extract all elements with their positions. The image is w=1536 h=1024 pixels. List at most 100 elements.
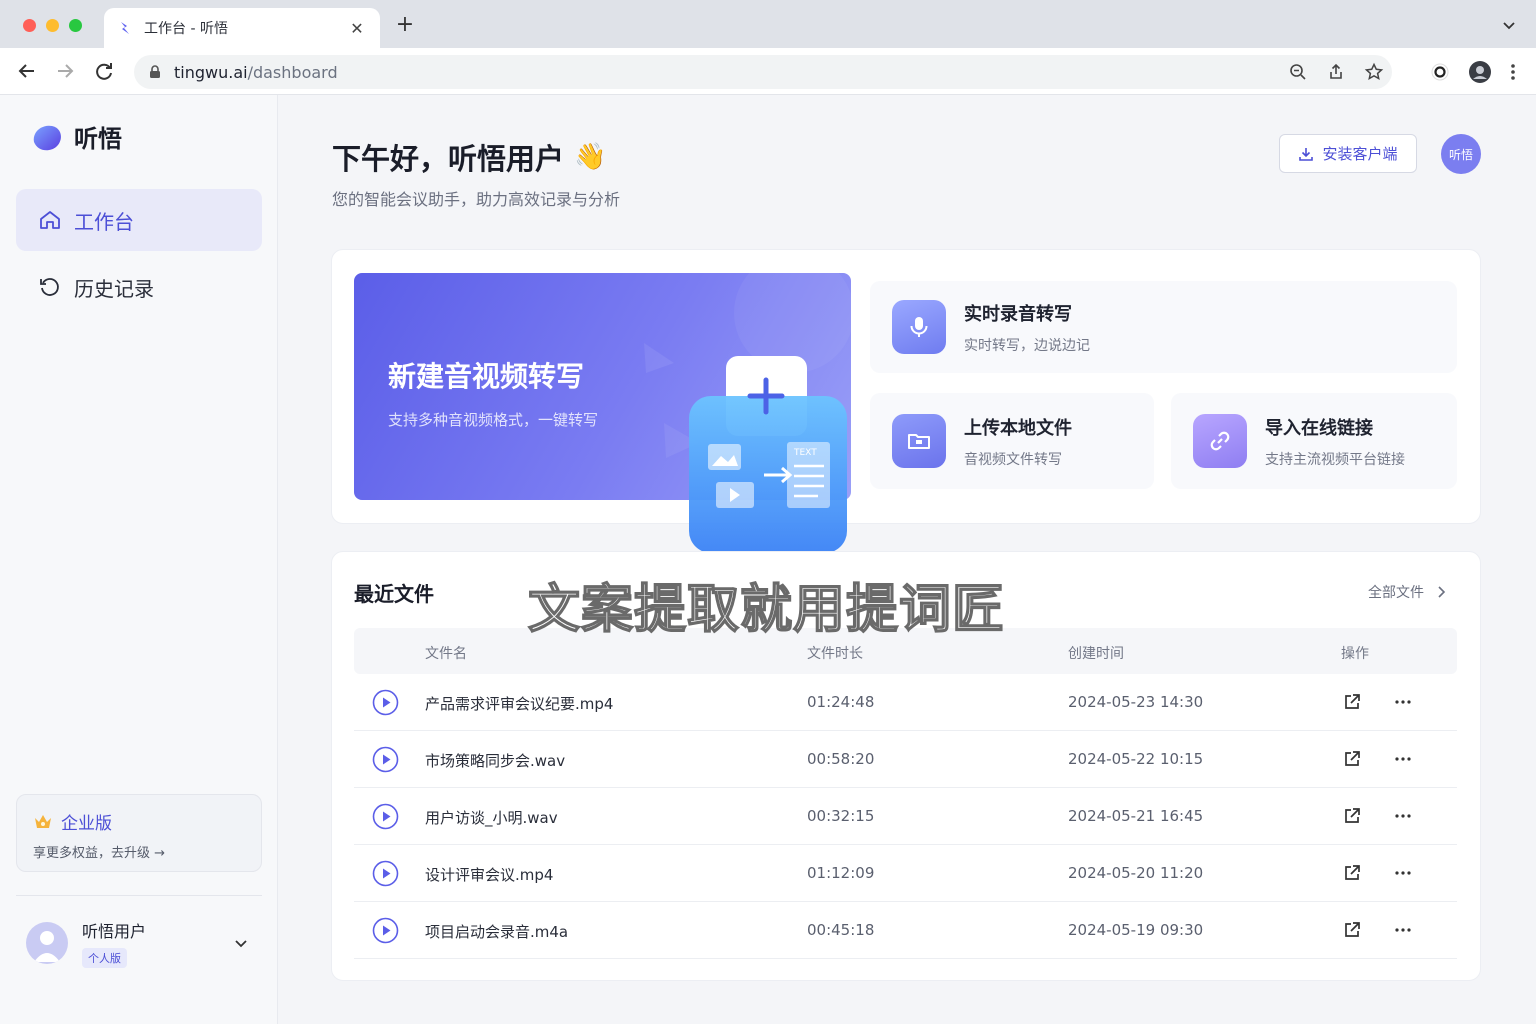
enterprise-upgrade-card[interactable]: 企业版 享更多权益，去升级 → — [16, 794, 262, 872]
file-duration: 00:58:20 — [807, 750, 875, 768]
chevron-down-icon[interactable] — [232, 935, 250, 953]
card-desc: 支持主流视频平台链接 — [1265, 451, 1405, 468]
table-row[interactable]: 项目启动会录音.m4a 00:45:18 2024-05-19 09:30 — [354, 902, 1457, 959]
table-row[interactable]: 用户访谈_小明.wav 00:32:15 2024-05-21 16:45 — [354, 788, 1457, 845]
browser-toolbar: tingwu.ai /dashboard — [0, 48, 1536, 95]
play-icon[interactable] — [372, 803, 399, 830]
hero-title: 新建音视频转写 — [388, 360, 585, 393]
reload-icon[interactable] — [93, 60, 115, 82]
realtime-recording-card[interactable]: 实时录音转写 实时转写，边说边记 — [870, 281, 1457, 373]
url-host: tingwu.ai — [174, 62, 248, 82]
card-title: 导入在线链接 — [1265, 417, 1373, 439]
sidebar: 听悟 工作台 历史记录 企业版 享更多权益，去升级 → 听悟用户 个人版 — [0, 95, 278, 1024]
folder-icon — [908, 434, 930, 449]
file-name[interactable]: 用户访谈_小明.wav — [425, 807, 558, 828]
tingwu-favicon-icon — [121, 22, 129, 34]
more-options-icon[interactable] — [1393, 749, 1413, 769]
play-icon[interactable] — [372, 689, 399, 716]
file-created-time: 2024-05-20 11:20 — [1068, 864, 1204, 882]
maximize-window-button[interactable] — [69, 19, 82, 32]
extension-record-icon[interactable] — [1430, 62, 1450, 82]
all-files-link[interactable]: 全部文件 — [1368, 582, 1448, 602]
user-profile[interactable]: 听悟用户 个人版 — [26, 918, 146, 968]
history-icon — [40, 278, 59, 296]
table-row[interactable]: 产品需求评审会议纪要.mp4 01:24:48 2024-05-23 14:30 — [354, 674, 1457, 731]
open-external-icon[interactable] — [1342, 749, 1362, 769]
forward-arrow-icon[interactable] — [54, 60, 76, 82]
page-subtitle: 您的智能会议助手，助力高效记录与分析 — [332, 190, 621, 209]
header-avatar[interactable]: 听悟 — [1441, 134, 1481, 174]
file-name[interactable]: 设计评审会议.mp4 — [425, 864, 553, 885]
open-external-icon[interactable] — [1342, 692, 1362, 712]
more-options-icon[interactable] — [1393, 863, 1413, 883]
crown-icon — [35, 814, 51, 828]
zoom-icon[interactable] — [1288, 62, 1308, 82]
file-duration: 00:32:15 — [807, 807, 875, 825]
open-external-icon[interactable] — [1342, 806, 1362, 826]
bookmark-star-icon[interactable] — [1364, 62, 1384, 82]
play-icon[interactable] — [372, 746, 399, 773]
chevron-right-icon — [1438, 586, 1446, 598]
card-icon-box — [892, 300, 946, 354]
file-name[interactable]: 项目启动会录音.m4a — [425, 921, 568, 942]
hero-desc: 支持多种音视频格式，一键转写 — [388, 411, 599, 429]
link-icon — [1210, 431, 1230, 451]
upgrade-title: 企业版 — [61, 814, 112, 834]
wave-emoji-icon: 👋 — [574, 142, 607, 172]
open-external-icon[interactable] — [1342, 863, 1362, 883]
install-client-button[interactable]: 安装客户端 — [1279, 134, 1417, 173]
upgrade-desc: 享更多权益，去升级 → — [33, 846, 166, 861]
card-desc: 音视频文件转写 — [964, 451, 1062, 468]
brand[interactable]: 听悟 — [30, 119, 122, 154]
file-name[interactable]: 产品需求评审会议纪要.mp4 — [425, 693, 613, 714]
tingwu-logo-icon — [33, 125, 61, 150]
more-options-icon[interactable] — [1393, 692, 1413, 712]
import-online-link-card[interactable]: 导入在线链接 支持主流视频平台链接 — [1171, 393, 1457, 489]
video-to-text-illustration-icon: TEXT — [689, 356, 847, 553]
card-desc: 实时转写，边说边记 — [964, 337, 1090, 354]
file-created-time: 2024-05-21 16:45 — [1068, 807, 1204, 825]
sidebar-item-label: 历史记录 — [74, 276, 154, 301]
play-icon[interactable] — [372, 860, 399, 887]
tab-search-chevron-icon[interactable] — [1500, 16, 1518, 34]
lock-icon — [150, 65, 160, 78]
home-icon — [40, 211, 60, 229]
back-arrow-icon[interactable] — [16, 60, 38, 82]
user-name: 听悟用户 — [82, 922, 147, 941]
column-header-actions: 操作 — [1341, 646, 1369, 662]
more-options-icon[interactable] — [1393, 806, 1413, 826]
user-plan-badge: 个人版 — [82, 948, 127, 968]
share-icon[interactable] — [1326, 62, 1346, 82]
file-duration: 01:24:48 — [807, 693, 875, 711]
upload-local-file-card[interactable]: 上传本地文件 音视频文件转写 — [870, 393, 1154, 489]
microphone-icon — [910, 317, 928, 337]
close-tab-icon[interactable]: ✕ — [348, 19, 366, 38]
new-tab-button[interactable]: + — [394, 14, 416, 36]
file-duration: 00:45:18 — [807, 921, 875, 939]
tab-title: 工作台 - 听悟 — [144, 21, 228, 37]
sidebar-item-workbench[interactable]: 工作台 — [16, 189, 262, 251]
table-row[interactable]: 设计评审会议.mp4 01:12:09 2024-05-20 11:20 — [354, 845, 1457, 902]
card-title: 上传本地文件 — [964, 417, 1072, 439]
file-name[interactable]: 市场策略同步会.wav — [425, 750, 565, 771]
minimize-window-button[interactable] — [46, 19, 59, 32]
file-created-time: 2024-05-22 10:15 — [1068, 750, 1204, 768]
browser-tab-bar: 工作台 - 听悟 ✕ + — [0, 0, 1536, 48]
card-title: 实时录音转写 — [964, 303, 1072, 325]
sidebar-item-history[interactable]: 历史记录 — [16, 256, 262, 318]
user-avatar — [26, 922, 68, 964]
browser-tab[interactable]: 工作台 - 听悟 ✕ — [104, 8, 380, 48]
play-icon[interactable] — [372, 917, 399, 944]
column-header-created: 创建时间 — [1068, 646, 1124, 662]
brand-name: 听悟 — [74, 125, 122, 153]
browser-menu-icon[interactable] — [1510, 62, 1516, 82]
user-silhouette-icon — [34, 931, 60, 962]
sidebar-divider — [16, 895, 262, 896]
table-row[interactable]: 市场策略同步会.wav 00:58:20 2024-05-22 10:15 — [354, 731, 1457, 788]
close-window-button[interactable] — [23, 19, 36, 32]
profile-avatar-icon[interactable] — [1468, 60, 1492, 84]
address-bar[interactable]: tingwu.ai /dashboard — [134, 55, 1392, 89]
open-external-icon[interactable] — [1342, 920, 1362, 940]
file-created-time: 2024-05-23 14:30 — [1068, 693, 1204, 711]
more-options-icon[interactable] — [1393, 920, 1413, 940]
